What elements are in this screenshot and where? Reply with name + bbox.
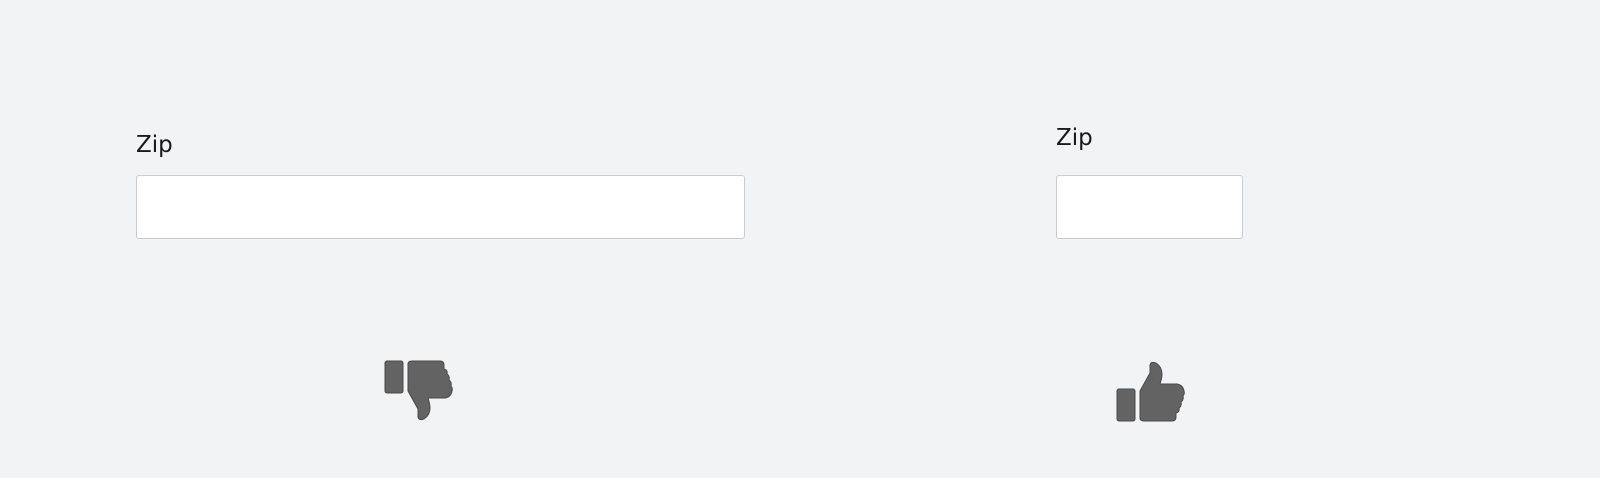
zip-label-wide: Zip	[136, 132, 173, 158]
thumbs-down-icon	[384, 360, 454, 422]
zip-input-narrow[interactable]	[1056, 175, 1243, 239]
zip-input-wide[interactable]	[136, 175, 745, 239]
thumbs-up-icon	[1116, 360, 1186, 422]
zip-label-narrow: Zip	[1056, 125, 1093, 151]
